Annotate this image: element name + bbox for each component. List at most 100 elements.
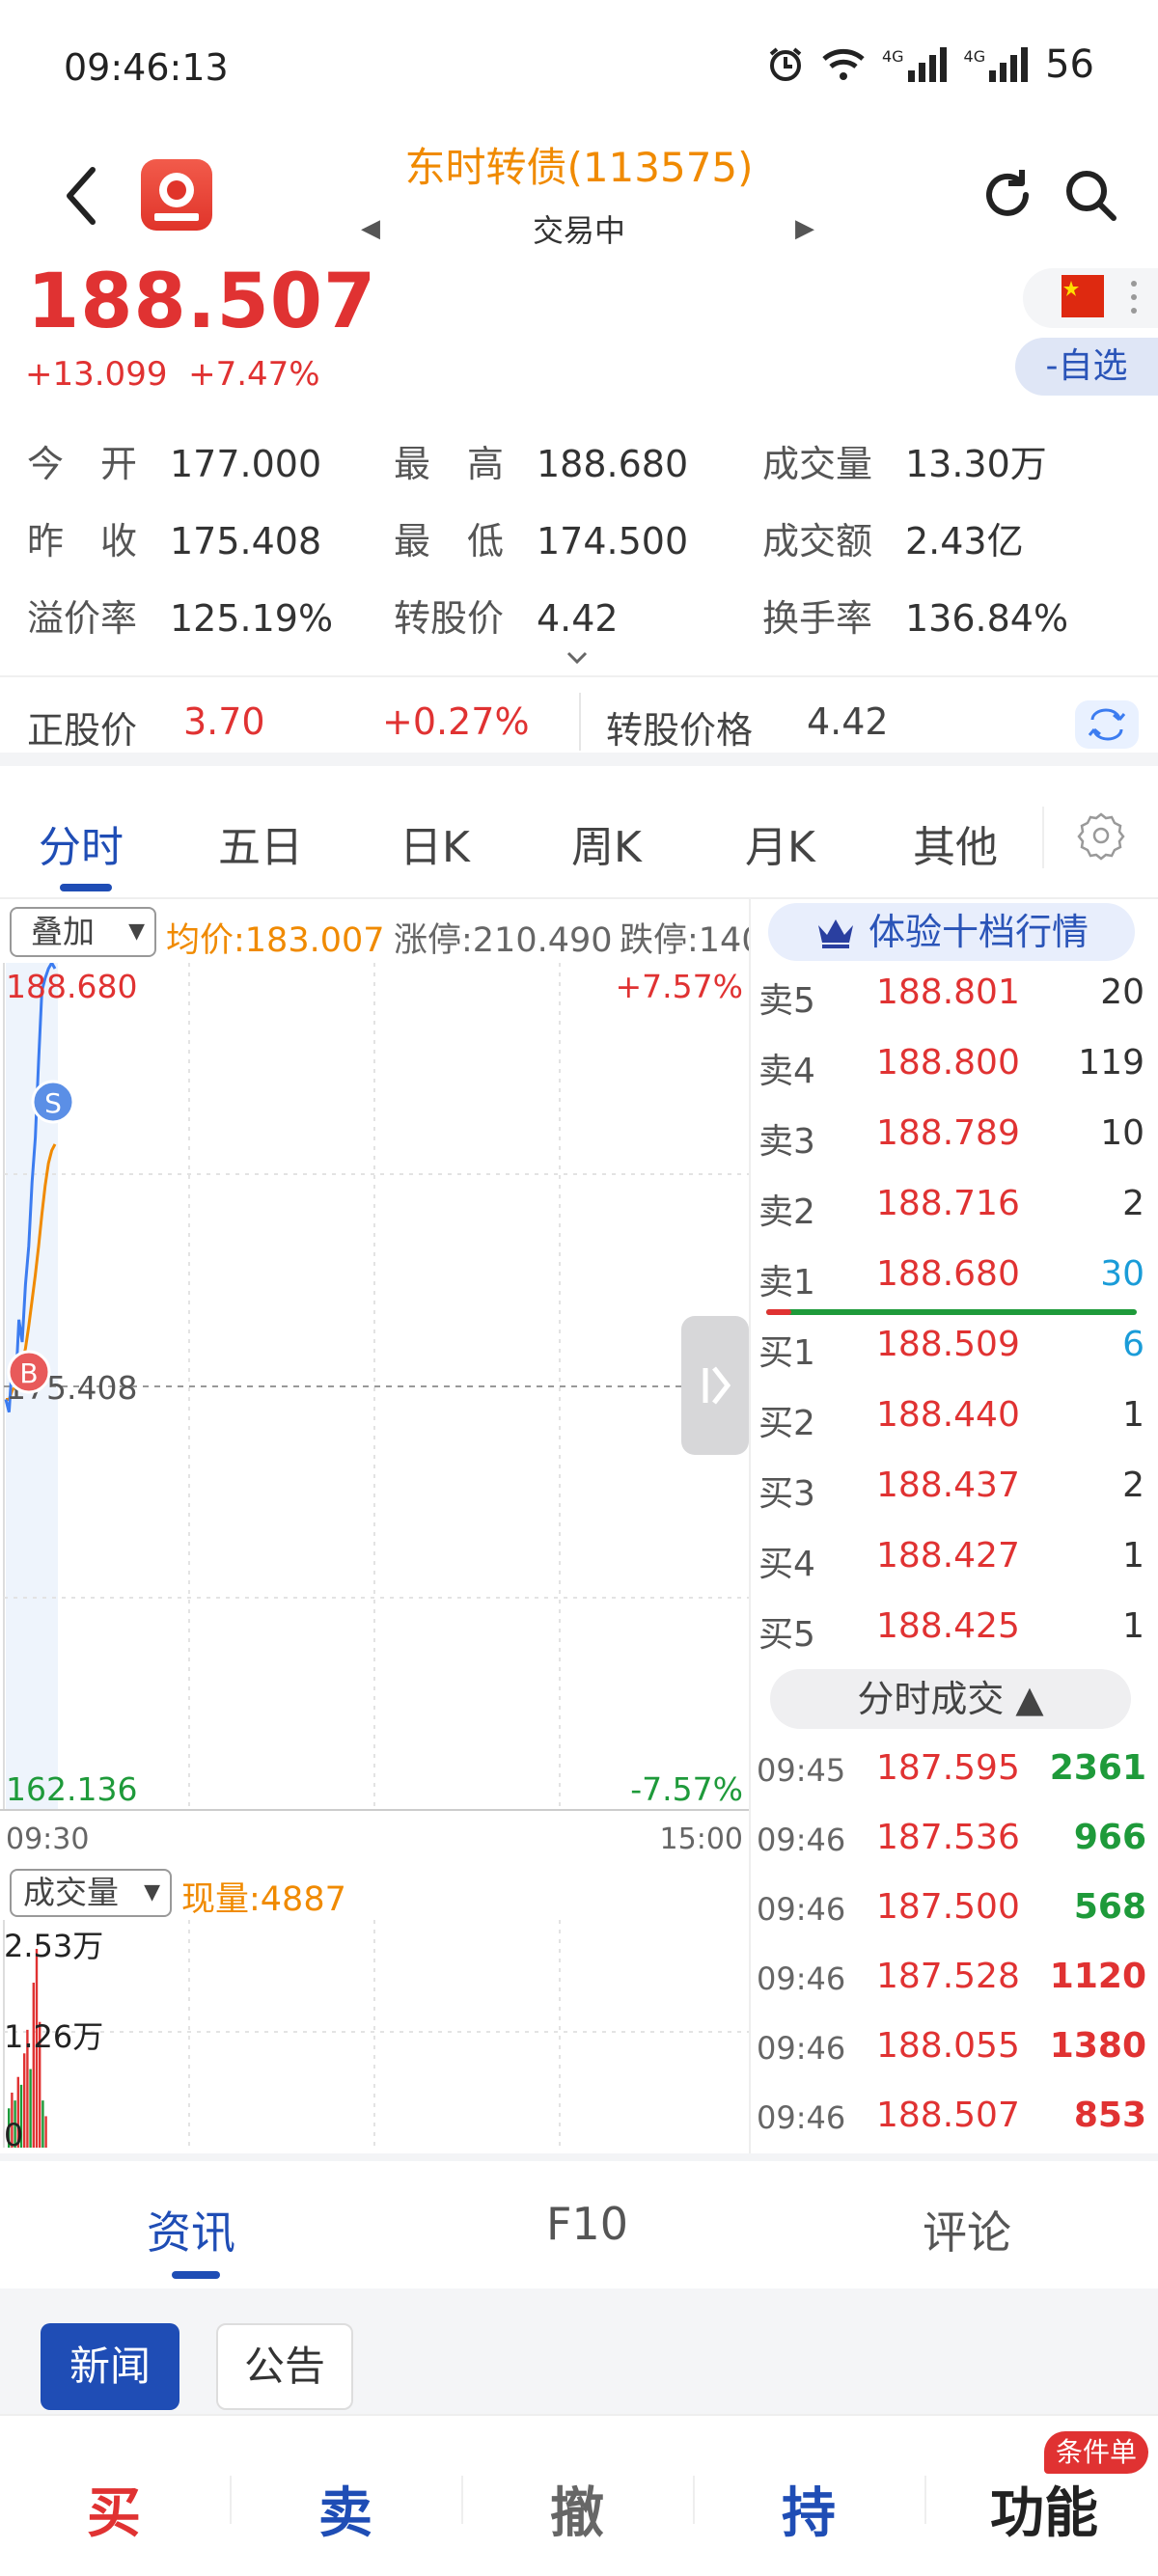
bid-row[interactable]: 买3 188.437 2 [758, 1466, 1144, 1535]
divider [461, 2476, 463, 2524]
overlay-dropdown[interactable]: 叠加 [10, 907, 156, 957]
ten-level-title: 体验十档行情 [868, 911, 1089, 953]
sell-button[interactable]: 卖 [318, 2470, 372, 2548]
gear-icon[interactable] [1076, 810, 1126, 861]
ask-row[interactable]: 卖2 188.716 2 [758, 1184, 1144, 1253]
y-low-label: 162.136 [6, 1770, 137, 1808]
prev-security-button[interactable]: ◀ [361, 214, 380, 243]
last-price: 188.507 [27, 259, 377, 345]
crown-icon [817, 919, 853, 948]
tab-comments[interactable]: 评论 [923, 2198, 1011, 2261]
chart-period-tabs: 分时 五日 日K 周K 月K 其他 [0, 780, 1158, 899]
tab-other[interactable]: 其他 [913, 812, 998, 874]
ten-level-quotes-button[interactable]: 体验十档行情 [768, 903, 1135, 961]
tab-five-day[interactable]: 五日 [218, 812, 303, 874]
buy-button[interactable]: 买 [87, 2470, 141, 2548]
time-sales-toggle[interactable]: 分时成交 ▲ [770, 1669, 1131, 1729]
volume-bar [41, 2100, 44, 2148]
limit-down-price: 跌停:140 [620, 921, 749, 960]
battery-level: 56 [1045, 42, 1094, 87]
tab-monthly-k[interactable]: 月K [745, 812, 815, 874]
status-icons: 4G 4G 56 [766, 42, 1094, 87]
pct-low-label: -7.57% [630, 1770, 743, 1808]
china-flag-icon [1062, 275, 1104, 317]
conversion-price-label: 转股价格 [606, 709, 754, 752]
search-icon[interactable] [1062, 164, 1119, 226]
more-icon[interactable] [1129, 278, 1139, 316]
volume-chart: 2.53万 1.26万 0 [3, 1920, 749, 2151]
stat-turnover-amount: 成交额 2.43亿 [762, 520, 1024, 562]
stock-price-label: 正股价 [27, 709, 138, 752]
tab-daily-k[interactable]: 日K [400, 812, 470, 874]
divider [230, 2476, 232, 2524]
divider [579, 693, 581, 751]
tick-row: 09:45 187.595 2361 [757, 1748, 1146, 1789]
tick-row: 09:46 187.528 1120 [757, 1957, 1146, 1997]
ask-row[interactable]: 卖3 188.789 10 [758, 1113, 1144, 1183]
limit-up-price: 涨停:210.490 [394, 921, 613, 960]
tick-row: 09:46 187.536 966 [757, 1818, 1146, 1858]
x-start-label: 09:30 [6, 1822, 89, 1856]
stat-low: 最 低 174.500 [394, 520, 689, 562]
tab-intraday[interactable]: 分时 [39, 812, 124, 874]
vol-y-zero-label: 0 [4, 2117, 23, 2151]
alarm-icon [769, 47, 802, 81]
market-flag-box[interactable] [1023, 268, 1158, 328]
volume-bar [29, 2069, 32, 2148]
info-tabs: 资讯 F10 评论 [0, 2161, 1158, 2287]
volume-bar [44, 2116, 47, 2148]
conditional-order-badge[interactable]: 条件单 [1044, 2431, 1149, 2474]
tab-f10[interactable]: F10 [546, 2198, 628, 2250]
notice-filter-button[interactable]: 公告 [216, 2323, 353, 2410]
vol-y-mid-label: 1.26万 [4, 2018, 103, 2055]
cancel-order-button[interactable]: 撤 [550, 2470, 604, 2548]
change-amount: +13.099 [25, 355, 168, 394]
svg-text:S: S [44, 1087, 62, 1119]
volume-bar [23, 2053, 26, 2148]
bid-row[interactable]: 买2 188.440 1 [758, 1395, 1144, 1465]
price-change: +13.099 +7.47% [25, 355, 320, 394]
stat-high: 最 高 188.680 [394, 443, 689, 485]
signal-icon: 4G [882, 47, 947, 82]
signal-icon: 4G [964, 47, 1029, 82]
divider [924, 2476, 926, 2524]
spread-bar-red [766, 1309, 791, 1315]
wifi-icon [822, 48, 865, 80]
spread-bar [766, 1309, 1137, 1315]
status-time: 09:46:13 [64, 46, 229, 89]
pct-high-label: +7.57% [616, 968, 743, 1005]
bid-row[interactable]: 买5 188.425 1 [758, 1606, 1144, 1676]
stat-turnover-rate: 换手率 136.84% [762, 597, 1069, 640]
refresh-icon[interactable] [979, 164, 1037, 226]
active-tab-indicator [60, 884, 112, 891]
swap-icon [1088, 708, 1126, 741]
stat-conversion-price: 转股价 4.42 [394, 597, 619, 640]
ask-row[interactable]: 卖4 188.800 119 [758, 1043, 1144, 1112]
remove-watchlist-button[interactable]: -自选 [1015, 338, 1158, 396]
holdings-button[interactable]: 持 [782, 2470, 836, 2548]
sell-marker[interactable]: S [31, 1080, 75, 1124]
tick-row: 09:46 188.055 1380 [757, 2026, 1146, 2067]
x-end-label: 15:00 [660, 1822, 743, 1856]
average-price: 均价:183.007 [166, 921, 385, 960]
expand-chevron-icon[interactable] [565, 650, 589, 666]
next-security-button[interactable]: ▶ [795, 214, 814, 243]
tab-weekly-k[interactable]: 周K [571, 812, 642, 874]
stock-price: 3.70 [183, 700, 265, 743]
bid-row[interactable]: 买1 188.509 6 [758, 1325, 1144, 1394]
swap-button[interactable] [1075, 700, 1139, 749]
conversion-price-value: 4.42 [807, 700, 889, 743]
collapse-orderbook-button[interactable] [681, 1316, 749, 1455]
tab-news[interactable]: 资讯 [147, 2198, 235, 2261]
volume-bar [32, 1983, 35, 2148]
functions-button[interactable]: 功能 [990, 2470, 1098, 2548]
status-bar: 09:46:13 4G 4G 56 [0, 0, 1158, 135]
vol-y-top-label: 2.53万 [4, 1928, 103, 1964]
bid-row[interactable]: 买4 188.427 1 [758, 1536, 1144, 1605]
buy-marker[interactable]: B [7, 1350, 51, 1394]
svg-text:B: B [19, 1357, 38, 1389]
news-filter-button[interactable]: 新闻 [41, 2323, 179, 2410]
indicator-dropdown[interactable]: 成交量 [10, 1869, 172, 1917]
underlying-stock-row[interactable]: 正股价 3.70 +0.27% 转股价格 4.42 [0, 675, 1158, 766]
ask-row[interactable]: 卖5 188.801 20 [758, 973, 1144, 1042]
